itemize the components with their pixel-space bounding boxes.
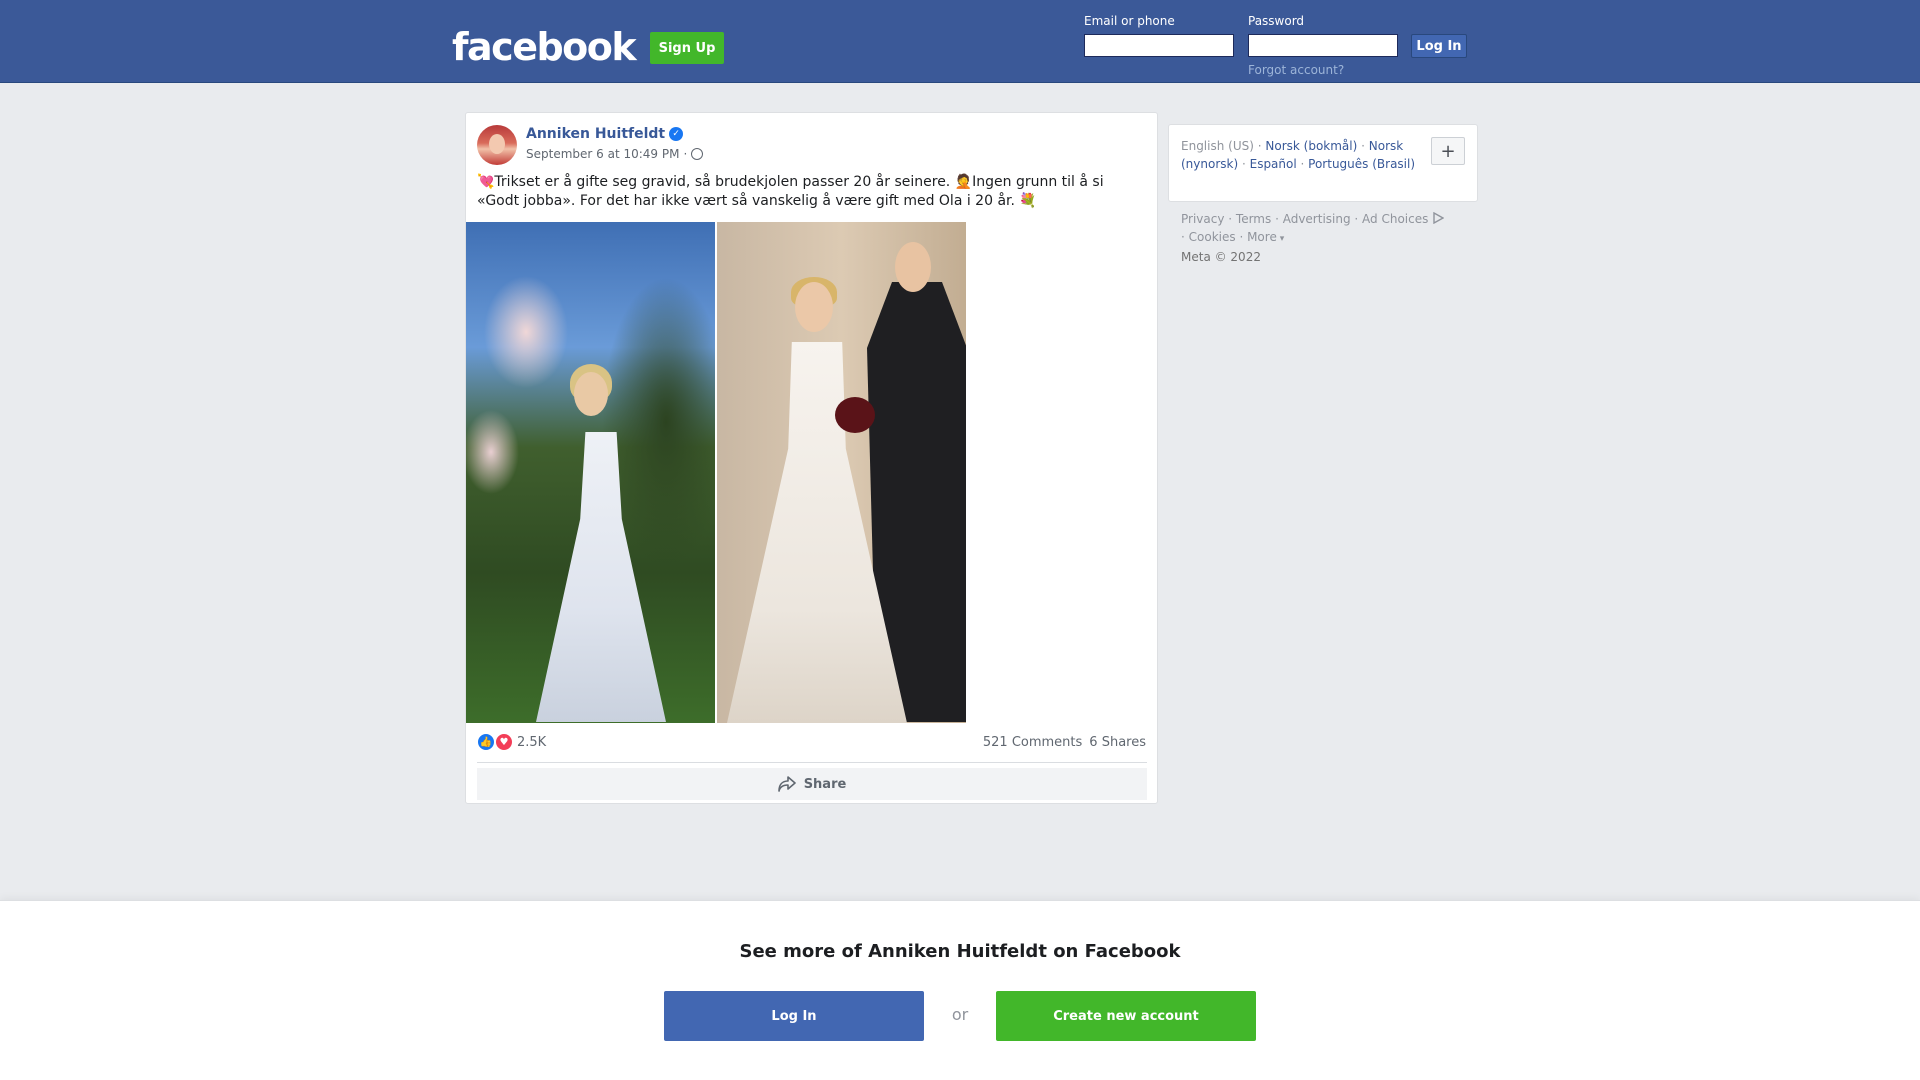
footer-link-terms[interactable]: Terms (1236, 212, 1271, 226)
reaction-summary[interactable]: 👍 ♥ 2.5K (477, 733, 546, 751)
avatar[interactable] (477, 125, 517, 165)
share-arrow-icon (777, 776, 796, 792)
footer-link-cookies[interactable]: Cookies (1189, 230, 1236, 244)
footer-link-advertising[interactable]: Advertising (1283, 212, 1351, 226)
footer-link-ad-choices[interactable]: Ad Choices (1362, 212, 1428, 226)
photo-shape (835, 397, 875, 433)
photo-shape (536, 432, 666, 722)
meta-separator: · (683, 147, 688, 161)
comments-count[interactable]: 521 Comments (983, 735, 1082, 750)
photo-shape (795, 282, 833, 332)
caret-down-icon: ▾ (1276, 234, 1285, 244)
copyright: Meta © 2022 (1181, 250, 1261, 264)
verified-badge-icon: ✓ (669, 127, 684, 141)
shares-count[interactable]: 6 Shares (1089, 735, 1146, 750)
post-photo-right[interactable] (717, 222, 966, 723)
email-label: Email or phone (1084, 14, 1175, 28)
ad-choices-icon (1433, 211, 1445, 225)
footer-link-privacy[interactable]: Privacy (1181, 212, 1224, 226)
divider (477, 762, 1147, 763)
login-prompt-title: See more of Anniken Huitfeldt on Faceboo… (739, 941, 1181, 962)
love-reaction-icon: ♥ (495, 733, 513, 751)
author-name: Anniken Huitfeldt (526, 126, 666, 142)
add-language-button[interactable]: + (1431, 137, 1465, 165)
footer-link-more[interactable]: More (1247, 230, 1277, 244)
language-box: English (US) · Norsk (bokmål) · Norsk (n… (1168, 124, 1478, 202)
language-list: English (US) · Norsk (bokmål) · Norsk (n… (1181, 139, 1416, 171)
or-separator: or (951, 1005, 969, 1024)
photo-shape (895, 242, 931, 292)
lang-portugues[interactable]: Português (Brasil) (1308, 157, 1415, 171)
post-timestamp[interactable]: September 6 at 10:49 PM (526, 147, 679, 161)
lang-norsk-bokmal[interactable]: Norsk (bokmål) (1265, 139, 1357, 153)
share-button[interactable]: Share (477, 768, 1147, 800)
post-card: Anniken Huitfeldt ✓ September 6 at 10:49… (465, 112, 1158, 804)
log-in-button[interactable]: Log In (1411, 34, 1467, 58)
footer-links: Privacy · Terms · Advertising · Ad Choic… (1181, 210, 1481, 266)
share-label: Share (803, 776, 847, 792)
post-meta: September 6 at 10:49 PM · (526, 147, 704, 161)
photo-shape (574, 372, 608, 416)
sign-up-button[interactable]: Sign Up (650, 32, 724, 64)
facebook-logo[interactable]: facebook (452, 25, 637, 69)
post-photo-left[interactable] (466, 222, 715, 723)
email-field[interactable] (1084, 34, 1234, 57)
lang-english: English (US) (1181, 139, 1254, 153)
avatar-face (489, 134, 505, 154)
bottom-log-in-button[interactable]: Log In (664, 991, 924, 1041)
engagement-counts: 521 Comments 6 Shares (983, 735, 1146, 750)
create-account-button[interactable]: Create new account (996, 991, 1256, 1041)
post-author[interactable]: Anniken Huitfeldt ✓ (526, 126, 684, 142)
password-field[interactable] (1248, 34, 1398, 57)
login-prompt-banner: See more of Anniken Huitfeldt on Faceboo… (0, 900, 1920, 1080)
forgot-account-link[interactable]: Forgot account? (1248, 63, 1344, 77)
top-navbar: facebook Sign Up Email or phone Password… (0, 0, 1920, 83)
like-reaction-icon: 👍 (477, 733, 495, 751)
globe-icon (691, 148, 704, 160)
post-text: 💘Trikset er å gifte seg gravid, så brude… (477, 174, 1104, 209)
password-label: Password (1248, 14, 1305, 28)
lang-espanol[interactable]: Español (1250, 157, 1297, 171)
reaction-count: 2.5K (517, 734, 547, 750)
